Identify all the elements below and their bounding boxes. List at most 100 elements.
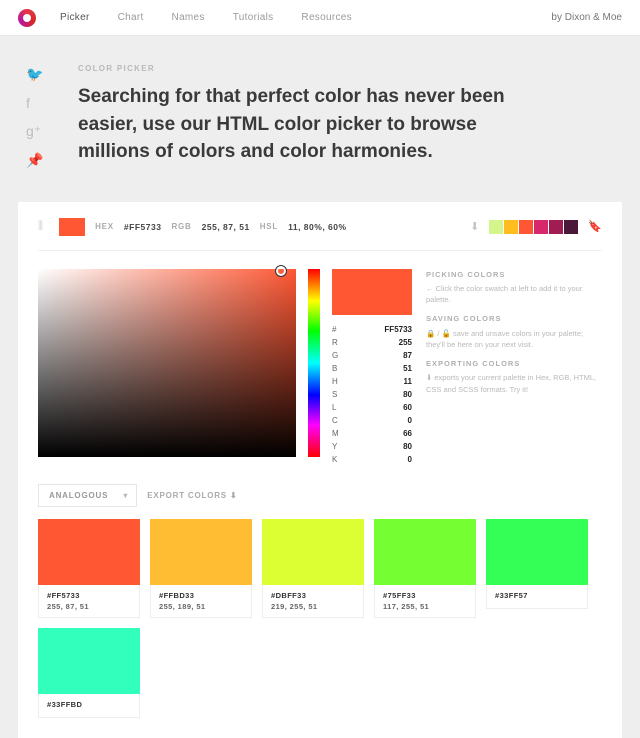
- readout-b-label: B: [332, 364, 337, 373]
- swatch-meta: #FFBD33 255, 189, 51: [150, 585, 252, 618]
- harmony-swatches: #FF5733 255, 87, 51 #FFBD33 255, 189, 51 #DB…: [38, 519, 602, 718]
- picker-panel: ⫼ HEX #FF5733 RGB 255, 87, 51 HSL 11, 80…: [18, 202, 622, 738]
- readout-k-label: K: [332, 455, 337, 464]
- hex-label: HEX: [95, 222, 114, 231]
- palette-chip[interactable]: [489, 220, 503, 234]
- readout-h-label: H: [332, 377, 338, 386]
- swatch-hex: #FF5733: [47, 591, 131, 600]
- export-label: EXPORT COLORS: [147, 491, 227, 500]
- swatch-rgb: 219, 255, 51: [271, 602, 355, 611]
- swatch-rgb: 255, 189, 51: [159, 602, 243, 611]
- help-picking-desc: ← Click the color swatch at left to add …: [426, 283, 602, 306]
- palette-chip[interactable]: [564, 220, 578, 234]
- nav-names[interactable]: Names: [172, 12, 205, 23]
- hsl-label: HSL: [260, 222, 278, 231]
- saturation-value-field[interactable]: [38, 269, 296, 457]
- hsl-value: 11, 80%, 60%: [288, 222, 346, 232]
- swatch-color[interactable]: [150, 519, 252, 585]
- logo-icon[interactable]: [18, 9, 36, 27]
- swatch-color[interactable]: [262, 519, 364, 585]
- top-navbar: Picker Chart Names Tutorials Resources b…: [0, 0, 640, 36]
- hex-value: #FF5733: [124, 222, 162, 232]
- download-icon[interactable]: ⬇: [470, 220, 479, 233]
- help-exporting-title: EXPORTING COLORS: [426, 358, 602, 369]
- stats-icon[interactable]: ⫼: [38, 220, 43, 233]
- swatch-hex: #33FF57: [495, 591, 579, 600]
- help-saving-desc: 🔒 / 🔓 save and unsave colors in your pal…: [426, 328, 602, 351]
- readout-m-label: M: [332, 429, 339, 438]
- nav-tutorials[interactable]: Tutorials: [233, 12, 274, 23]
- help-picking-title: PICKING COLORS: [426, 269, 602, 280]
- hero-headline: Searching for that perfect color has nev…: [78, 83, 508, 166]
- palette-strip[interactable]: [489, 220, 578, 234]
- palette-chip[interactable]: [519, 220, 533, 234]
- palette-chip[interactable]: [504, 220, 518, 234]
- gplus-icon[interactable]: g⁺: [26, 123, 43, 140]
- readout-c-label: C: [332, 416, 338, 425]
- readout-g-label: G: [332, 351, 338, 360]
- harmony-swatch[interactable]: #FFBD33 255, 189, 51: [150, 519, 252, 618]
- current-swatch[interactable]: [59, 218, 85, 236]
- harmony-select[interactable]: ANALOGOUS: [38, 484, 137, 507]
- swatch-color[interactable]: [38, 519, 140, 585]
- swatch-color[interactable]: [374, 519, 476, 585]
- readout-l: 60: [403, 403, 412, 412]
- readout-s-label: S: [332, 390, 337, 399]
- swatch-rgb: 255, 87, 51: [47, 602, 131, 611]
- facebook-icon[interactable]: f: [26, 95, 43, 111]
- hash-label: #: [332, 325, 336, 334]
- help-text: PICKING COLORS ← Click the color swatch …: [426, 269, 602, 466]
- harmony-swatch[interactable]: #75FF33 117, 255, 51: [374, 519, 476, 618]
- harmony-swatch[interactable]: #33FFBD: [38, 628, 140, 718]
- swatch-meta: #DBFF33 219, 255, 51: [262, 585, 364, 618]
- hue-slider[interactable]: [308, 269, 320, 457]
- readout-b: 51: [403, 364, 412, 373]
- swatch-hex: #33FFBD: [47, 700, 131, 709]
- readout-s: 80: [403, 390, 412, 399]
- swatch-meta: #33FF57: [486, 585, 588, 609]
- hero-eyebrow: COLOR PICKER: [78, 64, 584, 73]
- credit-text: by Dixon & Moe: [551, 12, 622, 23]
- swatch-meta: #FF5733 255, 87, 51: [38, 585, 140, 618]
- readout-y: 80: [403, 442, 412, 451]
- social-icons: 🐦 f g⁺ 📌: [26, 66, 43, 169]
- swatch-rgb: 117, 255, 51: [383, 602, 467, 611]
- readout-g: 87: [403, 351, 412, 360]
- swatch-meta: #75FF33 117, 255, 51: [374, 585, 476, 618]
- swatch-hex: #DBFF33: [271, 591, 355, 600]
- readout-h: 11: [404, 377, 412, 386]
- harmony-swatch[interactable]: #DBFF33 219, 255, 51: [262, 519, 364, 618]
- palette-chip[interactable]: [549, 220, 563, 234]
- readout-m: 66: [403, 429, 412, 438]
- swatch-meta: #33FFBD: [38, 694, 140, 718]
- harmony-swatch[interactable]: #33FF57: [486, 519, 588, 618]
- picker-cursor[interactable]: [276, 266, 286, 276]
- help-saving-title: SAVING COLORS: [426, 313, 602, 324]
- swatch-hex: #FFBD33: [159, 591, 243, 600]
- main-nav: Picker Chart Names Tutorials Resources: [60, 12, 551, 23]
- readout-swatch[interactable]: [332, 269, 412, 315]
- harmony-controls: ANALOGOUS EXPORT COLORS ⬇: [38, 484, 602, 507]
- readout-r-label: R: [332, 338, 338, 347]
- nav-resources[interactable]: Resources: [301, 12, 352, 23]
- color-readout: #FF5733 R255 G87 B51 H11 S80 L60 C0 M66 …: [332, 269, 412, 466]
- swatch-color[interactable]: [486, 519, 588, 585]
- twitter-icon[interactable]: 🐦: [26, 66, 43, 83]
- swatch-color[interactable]: [38, 628, 140, 694]
- harmony-swatch[interactable]: #FF5733 255, 87, 51: [38, 519, 140, 618]
- nav-chart[interactable]: Chart: [118, 12, 144, 23]
- hero: 🐦 f g⁺ 📌 COLOR PICKER Searching for that…: [0, 36, 640, 202]
- pinterest-icon[interactable]: 📌: [26, 152, 43, 169]
- help-exporting-desc: ⬇ exports your current palette in Hex, R…: [426, 372, 602, 395]
- readout-hex: FF5733: [384, 325, 412, 334]
- rgb-label: RGB: [171, 222, 191, 231]
- save-icon[interactable]: 🔖: [588, 220, 602, 233]
- palette-chip[interactable]: [534, 220, 548, 234]
- swatch-hex: #75FF33: [383, 591, 467, 600]
- rgb-value: 255, 87, 51: [202, 222, 250, 232]
- readout-r: 255: [399, 338, 412, 347]
- export-button[interactable]: EXPORT COLORS ⬇: [147, 491, 237, 500]
- nav-picker[interactable]: Picker: [60, 12, 90, 23]
- readout-l-label: L: [332, 403, 336, 412]
- readout-y-label: Y: [332, 442, 337, 451]
